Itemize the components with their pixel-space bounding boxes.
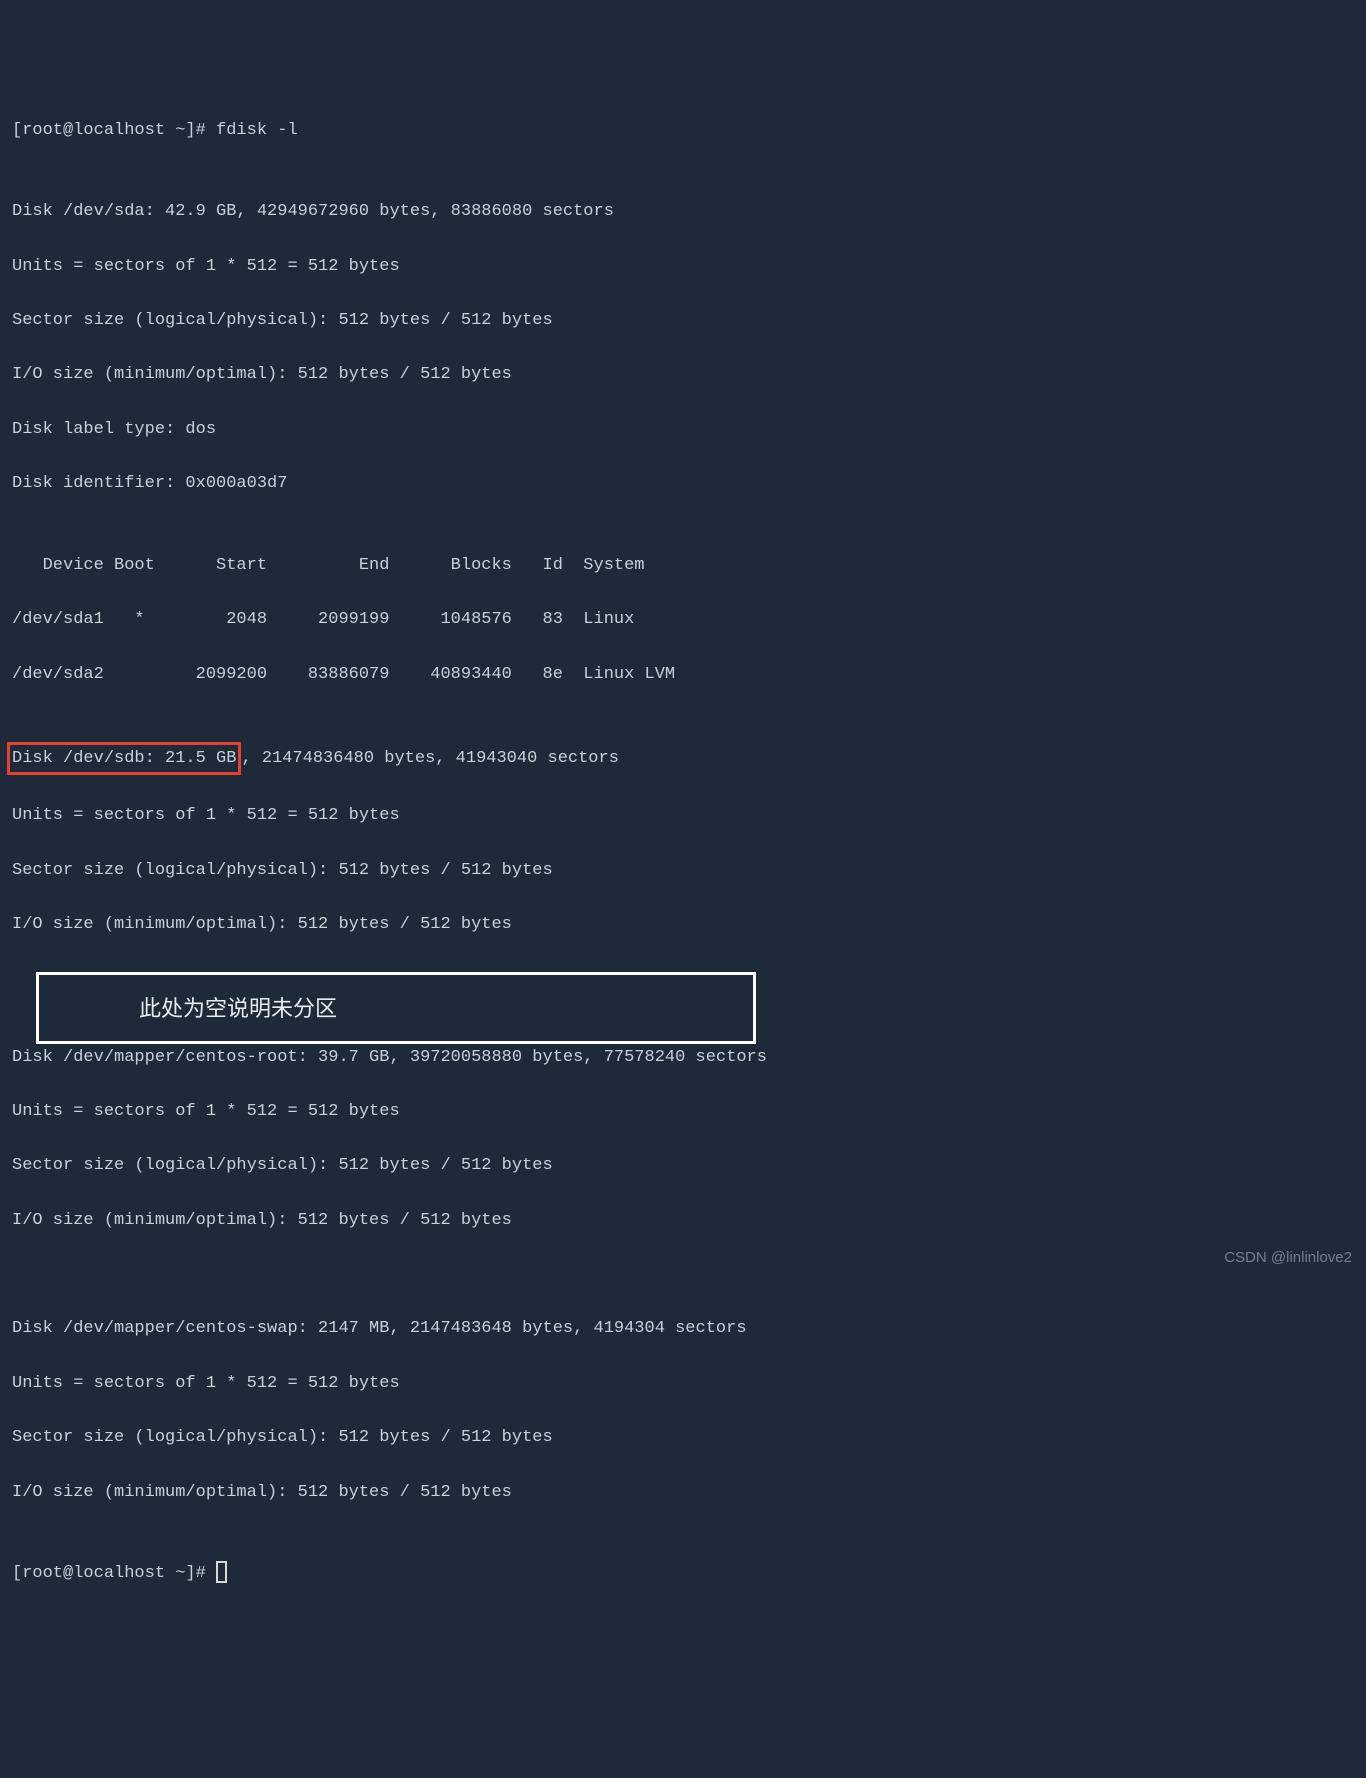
sdb-units: Units = sectors of 1 * 512 = 512 bytes bbox=[12, 802, 1354, 829]
cursor-icon bbox=[216, 1561, 227, 1583]
root-header: Disk /dev/mapper/centos-root: 39.7 GB, 3… bbox=[12, 1044, 1354, 1071]
sdb-sector: Sector size (logical/physical): 512 byte… bbox=[12, 857, 1354, 884]
sda-sector: Sector size (logical/physical): 512 byte… bbox=[12, 307, 1354, 334]
swap-io: I/O size (minimum/optimal): 512 bytes / … bbox=[12, 1479, 1354, 1506]
sda-units: Units = sectors of 1 * 512 = 512 bytes bbox=[12, 253, 1354, 280]
root-io: I/O size (minimum/optimal): 512 bytes / … bbox=[12, 1207, 1354, 1234]
sda-label: Disk label type: dos bbox=[12, 416, 1354, 443]
prompt-line[interactable]: [root@localhost ~]# bbox=[12, 1560, 1354, 1587]
partition-row: /dev/sda2 2099200 83886079 40893440 8e L… bbox=[12, 661, 1354, 688]
annotation-box: 此处为空说明未分区 bbox=[36, 972, 756, 1044]
partition-header: Device Boot Start End Blocks Id System bbox=[12, 552, 1354, 579]
prompt-text: [root@localhost ~]# bbox=[12, 1564, 216, 1583]
root-sector: Sector size (logical/physical): 512 byte… bbox=[12, 1152, 1354, 1179]
sdb-io: I/O size (minimum/optimal): 512 bytes / … bbox=[12, 911, 1354, 938]
prompt-line: [root@localhost ~]# fdisk -l bbox=[12, 117, 1354, 144]
root-units: Units = sectors of 1 * 512 = 512 bytes bbox=[12, 1098, 1354, 1125]
sda-ident: Disk identifier: 0x000a03d7 bbox=[12, 470, 1354, 497]
sda-io: I/O size (minimum/optimal): 512 bytes / … bbox=[12, 361, 1354, 388]
swap-units: Units = sectors of 1 * 512 = 512 bytes bbox=[12, 1370, 1354, 1397]
partition-row: /dev/sda1 * 2048 2099199 1048576 83 Linu… bbox=[12, 606, 1354, 633]
watermark: CSDN @linlinlove2 bbox=[1224, 1246, 1352, 1270]
sdb-header-line: Disk /dev/sdb: 21.5 GB, 21474836480 byte… bbox=[12, 742, 1354, 775]
sda-header: Disk /dev/sda: 42.9 GB, 42949672960 byte… bbox=[12, 198, 1354, 225]
swap-sector: Sector size (logical/physical): 512 byte… bbox=[12, 1424, 1354, 1451]
sdb-header-rest: , 21474836480 bytes, 41943040 sectors bbox=[241, 749, 618, 768]
highlight-box: Disk /dev/sdb: 21.5 GB bbox=[7, 742, 241, 775]
swap-header: Disk /dev/mapper/centos-swap: 2147 MB, 2… bbox=[12, 1315, 1354, 1342]
